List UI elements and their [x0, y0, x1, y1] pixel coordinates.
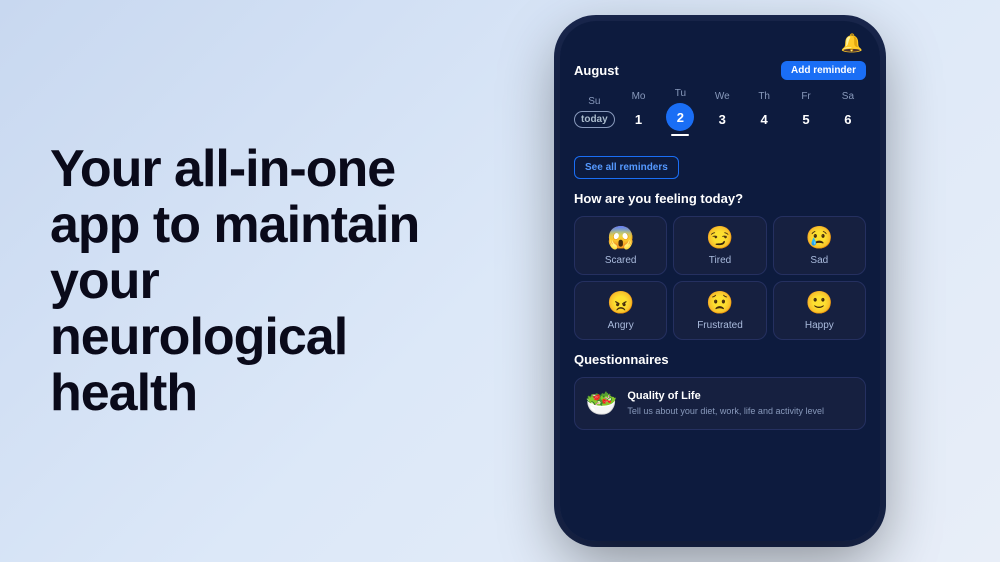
- day-num-fr: 5: [792, 106, 820, 134]
- day-name-fr: Fr: [801, 91, 810, 102]
- emotion-tired[interactable]: 😏 Tired: [673, 216, 766, 275]
- bell-icon: 🔔: [840, 31, 864, 55]
- day-col-we[interactable]: We 3: [704, 91, 740, 134]
- quality-of-life-text: Quality of Life Tell us about your diet,…: [627, 390, 824, 418]
- quality-of-life-desc: Tell us about your diet, work, life and …: [627, 405, 824, 418]
- tired-emoji: 😏: [706, 225, 733, 251]
- phone-top-bar: 🔔: [560, 21, 880, 61]
- emotion-frustrated[interactable]: 😟 Frustrated: [673, 281, 766, 340]
- day-col-fr[interactable]: Fr 5: [788, 91, 824, 134]
- day-name-we: We: [715, 91, 730, 102]
- see-all-reminders-button[interactable]: See all reminders: [574, 156, 679, 179]
- day-num-th: 4: [750, 106, 778, 134]
- tired-label: Tired: [709, 255, 731, 266]
- day-selected-underline: [671, 134, 689, 136]
- phone-content: See all reminders How are you feeling to…: [560, 146, 880, 541]
- phone-mockup: 🔔 August Add reminder Su today Mo 1: [560, 21, 880, 541]
- month-label: August: [574, 63, 619, 78]
- day-num-we: 3: [708, 106, 736, 134]
- scared-label: Scared: [605, 255, 637, 266]
- day-name-mo: Mo: [632, 91, 646, 102]
- day-col-th[interactable]: Th 4: [746, 91, 782, 134]
- calendar-section: August Add reminder Su today Mo 1 Tu 2: [560, 61, 880, 146]
- day-name-th: Th: [758, 91, 770, 102]
- scared-emoji: 😱: [607, 225, 634, 251]
- day-name-sa: Sa: [842, 91, 854, 102]
- sad-emoji: 😢: [806, 225, 833, 251]
- emotion-angry[interactable]: 😠 Angry: [574, 281, 667, 340]
- happy-emoji: 🙂: [806, 290, 833, 316]
- calendar-header: August Add reminder: [574, 61, 866, 80]
- day-col-mo[interactable]: Mo 1: [621, 91, 657, 134]
- angry-label: Angry: [608, 320, 634, 331]
- quality-of-life-icon: 🥗: [585, 388, 617, 419]
- questionnaires-title: Questionnaires: [574, 352, 866, 367]
- headline: Your all-in-one app to maintain your neu…: [50, 141, 420, 422]
- add-reminder-button[interactable]: Add reminder: [781, 61, 866, 80]
- day-col-su[interactable]: Su today: [574, 96, 615, 128]
- frustrated-emoji: 😟: [706, 290, 733, 316]
- quality-of-life-card[interactable]: 🥗 Quality of Life Tell us about your die…: [574, 377, 866, 430]
- day-col-sa[interactable]: Sa 6: [830, 91, 866, 134]
- day-num-sa: 6: [834, 106, 862, 134]
- quality-of-life-title: Quality of Life: [627, 390, 824, 402]
- left-panel: Your all-in-one app to maintain your neu…: [0, 0, 460, 562]
- emotion-grid: 😱 Scared 😏 Tired 😢 Sad 😠 Angry: [574, 216, 866, 340]
- frustrated-label: Frustrated: [697, 320, 743, 331]
- day-name-tu: Tu: [675, 88, 686, 99]
- sad-label: Sad: [810, 255, 828, 266]
- emotion-scared[interactable]: 😱 Scared: [574, 216, 667, 275]
- right-panel: 🔔 August Add reminder Su today Mo 1: [460, 0, 1000, 562]
- day-num-tu: 2: [666, 103, 694, 131]
- day-col-tu[interactable]: Tu 2: [662, 88, 698, 136]
- day-num-su: today: [574, 111, 615, 128]
- day-num-mo: 1: [625, 106, 653, 134]
- emotion-happy[interactable]: 🙂 Happy: [773, 281, 866, 340]
- feeling-title: How are you feeling today?: [574, 191, 866, 206]
- day-name-su: Su: [588, 96, 600, 107]
- emotion-sad[interactable]: 😢 Sad: [773, 216, 866, 275]
- happy-label: Happy: [805, 320, 834, 331]
- calendar-days: Su today Mo 1 Tu 2 We 3: [574, 88, 866, 136]
- angry-emoji: 😠: [607, 290, 634, 316]
